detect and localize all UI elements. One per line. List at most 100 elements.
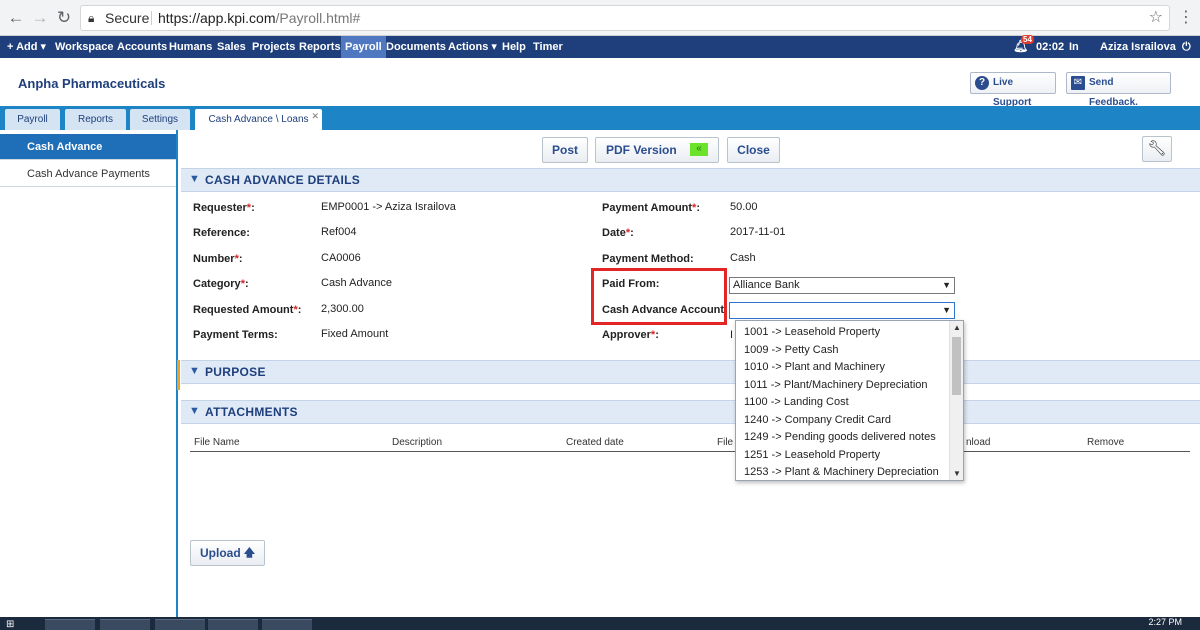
reference-label: Reference: (193, 227, 250, 239)
power-icon[interactable]: ⏻ (1178, 36, 1195, 58)
category-label-text: Category (193, 278, 241, 290)
payment-amount-label: Payment Amount*: (602, 202, 700, 214)
menu-humans[interactable]: Humans (165, 36, 216, 58)
menu-documents[interactable]: Documents (382, 36, 450, 58)
post-button[interactable]: Post (542, 137, 588, 163)
dropdown-scrollbar[interactable]: ▲ ▼ (949, 321, 963, 480)
column-created-date[interactable]: Created date (566, 437, 624, 448)
menu-actions[interactable]: Actions ▾ (444, 36, 501, 58)
panel-accent (177, 360, 180, 390)
status-in[interactable]: In (1065, 36, 1083, 58)
chevron-down-icon: ▼ (189, 365, 200, 377)
back-icon[interactable]: ← (6, 8, 26, 28)
forward-icon[interactable]: → (30, 8, 50, 28)
close-tab-icon[interactable]: ✕ (311, 106, 319, 127)
taskbar-app-icon[interactable] (45, 619, 95, 630)
menu-accounts[interactable]: Accounts (113, 36, 171, 58)
dropdown-option[interactable]: 1100 -> Landing Cost (744, 396, 849, 408)
tab-reports[interactable]: Reports (65, 109, 126, 130)
url-path: /Payroll.html# (275, 10, 361, 26)
scroll-down-icon[interactable]: ▼ (950, 469, 963, 478)
column-file[interactable]: File (717, 437, 733, 448)
user-name[interactable]: Aziza Israilova (1096, 36, 1180, 58)
reference-value: Ref004 (321, 226, 357, 238)
scroll-thumb[interactable] (952, 337, 961, 395)
category-value: Cash Advance (321, 277, 392, 289)
number-label-text: Number (193, 253, 235, 265)
menu-workspace[interactable]: Workspace (51, 36, 118, 58)
menu-payroll[interactable]: Payroll (341, 36, 386, 58)
dropdown-arrow-icon: ▼ (942, 305, 951, 315)
cash-advance-details-header[interactable]: ▼ CASH ADVANCE DETAILS (181, 168, 1200, 192)
column-remove[interactable]: Remove (1087, 437, 1124, 448)
taskbar-app-icon[interactable] (262, 619, 312, 630)
requested-amount-label-text: Requested Amount (193, 304, 294, 316)
purpose-header[interactable]: ▼ PURPOSE (181, 360, 1200, 384)
taskbar-clock: 2:27 PM (1148, 617, 1182, 627)
menu-projects[interactable]: Projects (248, 36, 299, 58)
pdf-marker: « (690, 143, 708, 156)
number-label: Number*: (193, 253, 243, 265)
wrench-icon[interactable]: 🔧︎ (1142, 136, 1172, 162)
address-bar[interactable]: 🔒︎ Secure https://app.kpi.com/Payroll.ht… (80, 5, 1170, 31)
payment-method-label: Payment Method: (602, 253, 694, 265)
close-button[interactable]: Close (727, 137, 780, 163)
payment-terms-label: Payment Terms: (193, 329, 278, 341)
taskbar-app-icon[interactable] (208, 619, 258, 630)
browser-menu-icon[interactable]: ⋮ (1178, 8, 1194, 28)
clock-time: 02:02 (1036, 41, 1065, 53)
column-file-name[interactable]: File Name (194, 437, 240, 448)
arrow-up-icon: 🡅 (243, 547, 255, 559)
browser-toolbar: ← → ↻ 🔒︎ Secure https://app.kpi.com/Payr… (0, 0, 1200, 36)
requested-amount-label: Requested Amount*: (193, 304, 302, 316)
column-description[interactable]: Description (392, 437, 442, 448)
send-feedback-button[interactable]: ✉ Send Feedback. (1066, 72, 1171, 108)
highlight-box (591, 268, 727, 325)
menu-help[interactable]: Help (498, 36, 530, 58)
dropdown-option[interactable]: 1009 -> Petty Cash (744, 344, 838, 356)
payment-method-value: Cash (730, 252, 756, 264)
dropdown-option[interactable]: 1253 -> Plant & Machinery Depreciation (744, 466, 939, 478)
taskbar-app-icon[interactable] (100, 619, 150, 630)
date-label: Date*: (602, 227, 634, 239)
attachments-header[interactable]: ▼ ATTACHMENTS (181, 400, 1200, 424)
tab-cash-advance-loans[interactable]: Cash Advance \ Loans ✕ (195, 109, 322, 130)
sidebar-item-cash-advance[interactable]: Cash Advance (0, 134, 176, 160)
company-name: Anpha Pharmaceuticals (18, 76, 166, 91)
dropdown-option[interactable]: 1010 -> Plant and Machinery (744, 361, 885, 373)
column-download[interactable]: nload (966, 437, 990, 448)
dropdown-option[interactable]: 1240 -> Company Credit Card (744, 414, 891, 426)
cash-advance-account-select[interactable]: ▼ (729, 302, 955, 319)
help-circle-icon: ? (975, 76, 989, 90)
chevron-down-icon: ▼ (189, 173, 200, 185)
taskbar-app-icon[interactable] (155, 619, 205, 630)
scroll-up-icon[interactable]: ▲ (950, 323, 963, 332)
tab-cash-advance-loans-label: Cash Advance \ Loans (208, 114, 309, 125)
section-title: CASH ADVANCE DETAILS (205, 173, 361, 187)
secure-label: Secure (105, 10, 150, 26)
windows-start-icon[interactable]: ⊞ (6, 619, 28, 630)
dropdown-arrow-icon: ▼ (942, 280, 951, 290)
reload-icon[interactable]: ↻ (54, 8, 74, 28)
tab-settings[interactable]: Settings (130, 109, 190, 130)
tab-payroll[interactable]: Payroll (5, 109, 60, 130)
menu-timer[interactable]: Timer (529, 36, 567, 58)
menu-sales[interactable]: Sales (213, 36, 250, 58)
upload-button[interactable]: Upload 🡅 (190, 540, 265, 566)
approver-label-text: Approver (602, 329, 651, 341)
lock-icon: 🔒︎ (88, 11, 95, 25)
dropdown-option[interactable]: 1251 -> Leasehold Property (744, 449, 880, 461)
requester-label: Requester*: (193, 202, 255, 214)
live-support-button[interactable]: ? Live Support (970, 72, 1056, 108)
menu-add[interactable]: + Add ▾ (3, 36, 50, 58)
table-divider (190, 451, 1190, 452)
bookmark-star-icon[interactable]: ☆ (1149, 6, 1163, 30)
sidebar-item-cash-advance-payments[interactable]: Cash Advance Payments (0, 161, 176, 187)
dropdown-option[interactable]: 1001 -> Leasehold Property (744, 326, 880, 338)
dropdown-option[interactable]: 1249 -> Pending goods delivered notes (744, 431, 936, 443)
dropdown-option[interactable]: 1011 -> Plant/Machinery Depreciation (744, 379, 928, 391)
address-divider (151, 11, 152, 25)
menu-reports[interactable]: Reports (295, 36, 345, 58)
paid-from-select[interactable]: Alliance Bank ▼ (729, 277, 955, 294)
date-value: 2017-11-01 (730, 226, 786, 238)
